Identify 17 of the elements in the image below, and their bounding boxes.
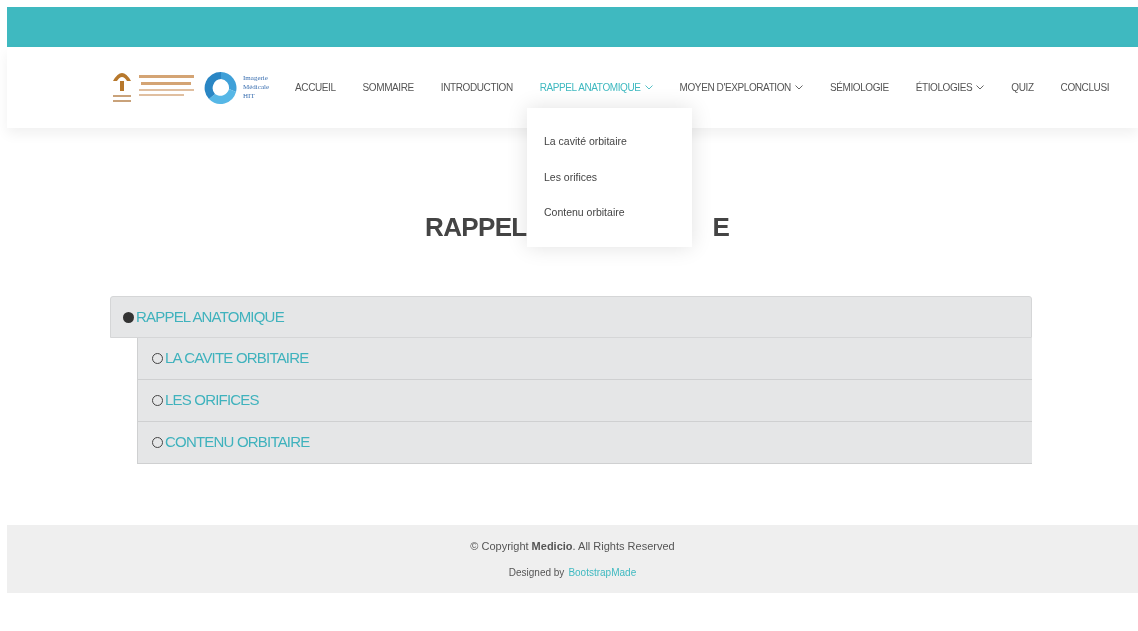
dropdown-item[interactable]: Les orifices [544,169,692,186]
dropdown-item[interactable]: La cavité orbitaire [544,133,692,150]
copyright-text: © Copyright Medicio. All Rights Reserved [470,539,675,555]
nav-link[interactable]: SÉMIOLOGIE [829,80,889,95]
dropdown-item[interactable]: Contenu orbitaire [544,205,692,222]
nav-link[interactable]: CONCLUSI [1060,80,1110,95]
nav-link[interactable]: QUIZ [1011,80,1034,95]
nav-link[interactable]: MOYEN D'EXPLORATION [679,80,803,95]
page-title: RAPPEL [425,210,527,244]
nav-link[interactable]: ÉTIOLOGIES [915,80,985,95]
swirl-logo-icon [203,69,239,106]
credit-text: Designed by [508,565,565,580]
page-title: E [712,210,730,244]
nav-link[interactable]: INTRODUCTION [440,80,513,95]
nav-link[interactable]: ACCUEIL [295,80,336,95]
filled-bullet-icon [123,311,134,323]
nav-link[interactable]: SOMMAIRE [362,80,414,95]
